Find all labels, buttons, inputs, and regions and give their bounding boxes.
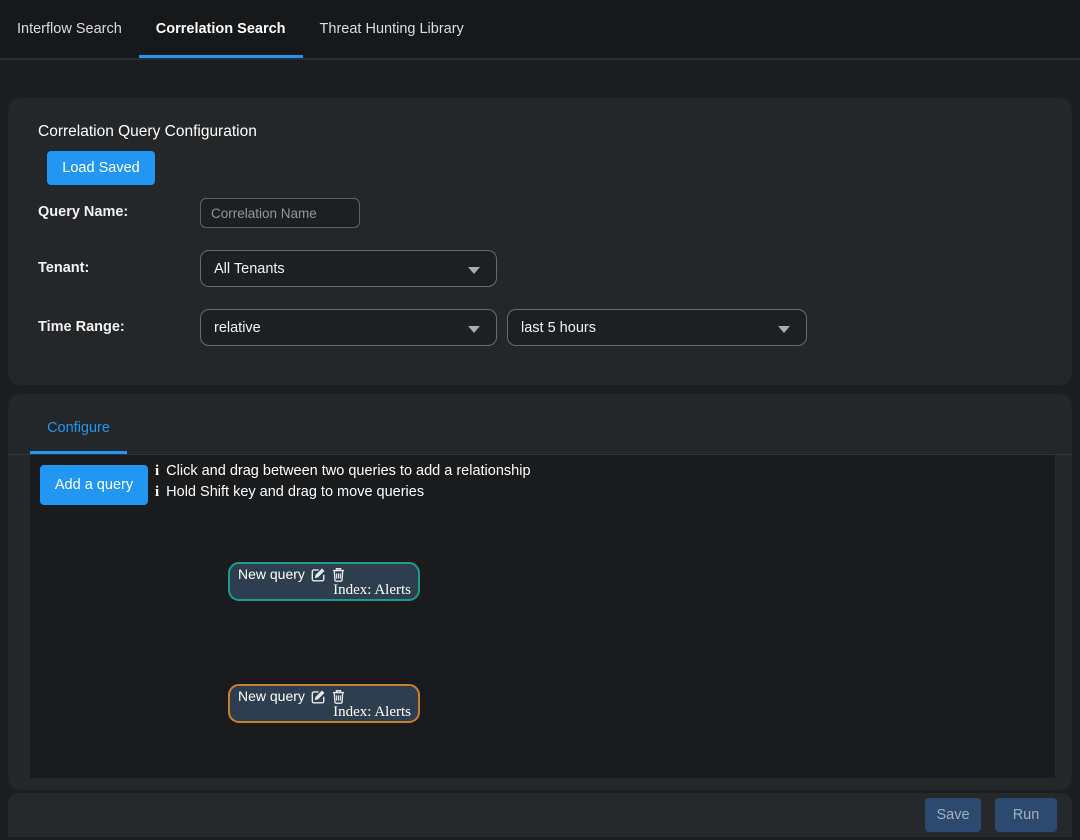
tenant-select[interactable]: All Tenants <box>200 250 497 287</box>
tab-threat-hunting-library[interactable]: Threat Hunting Library <box>303 2 481 58</box>
panel-title: Correlation Query Configuration <box>38 123 257 141</box>
load-saved-button[interactable]: Load Saved <box>47 151 155 185</box>
time-range-label: Time Range: <box>38 319 125 335</box>
canvas-hints: iClick and drag between two queries to a… <box>155 461 531 503</box>
edit-icon[interactable] <box>311 689 326 704</box>
query-node[interactable]: New query Index: Alerts <box>228 684 420 723</box>
info-icon: i <box>155 484 159 500</box>
tab-interflow-search[interactable]: Interflow Search <box>0 2 139 58</box>
trash-icon[interactable] <box>332 689 345 704</box>
run-button[interactable]: Run <box>995 798 1057 832</box>
time-range-value-select[interactable]: last 5 hours <box>507 309 807 346</box>
time-range-value: last 5 hours <box>521 320 596 336</box>
time-range-type-value: relative <box>214 320 261 336</box>
footer-bar: Save Run <box>8 793 1072 837</box>
tab-configure[interactable]: Configure <box>30 420 127 436</box>
top-tab-bar: Interflow Search Correlation Search Thre… <box>0 0 1080 60</box>
query-graph-canvas[interactable]: Add a query iClick and drag between two … <box>30 455 1055 778</box>
add-query-button[interactable]: Add a query <box>40 465 148 505</box>
configure-panel: Configure Add a query iClick and drag be… <box>8 394 1072 790</box>
query-node-title: New query <box>238 566 305 582</box>
tenant-label: Tenant: <box>38 260 89 276</box>
query-node-index-label: Index: Alerts <box>333 704 411 720</box>
chevron-down-icon <box>778 326 790 333</box>
time-range-type-select[interactable]: relative <box>200 309 497 346</box>
query-name-label: Query Name: <box>38 204 128 220</box>
info-icon: i <box>155 463 159 479</box>
query-node-title: New query <box>238 688 305 704</box>
trash-icon[interactable] <box>332 567 345 582</box>
query-name-input[interactable] <box>200 198 360 228</box>
hint-relationship: iClick and drag between two queries to a… <box>155 461 531 482</box>
hint-move: iHold Shift key and drag to move queries <box>155 482 531 503</box>
tab-correlation-search[interactable]: Correlation Search <box>139 2 303 58</box>
chevron-down-icon <box>468 267 480 274</box>
edit-icon[interactable] <box>311 567 326 582</box>
save-button[interactable]: Save <box>925 798 981 832</box>
chevron-down-icon <box>468 326 480 333</box>
correlation-query-configuration-panel: Correlation Query Configuration Load Sav… <box>8 98 1072 385</box>
query-node[interactable]: New query Index: Alerts <box>228 562 420 601</box>
tenant-select-value: All Tenants <box>214 261 285 277</box>
query-node-index-label: Index: Alerts <box>333 582 411 598</box>
